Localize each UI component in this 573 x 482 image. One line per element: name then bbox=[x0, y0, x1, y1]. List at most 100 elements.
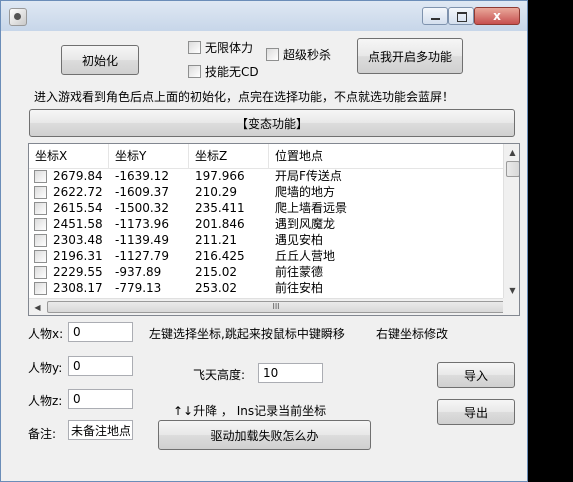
cell-y: -1500.32 bbox=[115, 201, 169, 215]
minimize-icon bbox=[431, 18, 440, 20]
minimize-button[interactable] bbox=[422, 7, 448, 25]
header-place[interactable]: 位置地点 bbox=[269, 144, 503, 168]
scroll-left-icon[interactable]: ◀ bbox=[29, 299, 46, 315]
background-area bbox=[528, 30, 548, 482]
cell-x-text: 2229.55 bbox=[53, 265, 103, 279]
freak-function-button[interactable]: 【变态功能】 bbox=[29, 109, 515, 137]
table-row[interactable]: 2622.72 -1609.37 210.29 爬墙的地方 bbox=[29, 184, 503, 200]
cell-y: -937.89 bbox=[115, 265, 162, 279]
right-click-hint: 右键坐标修改 bbox=[376, 327, 449, 341]
checkbox-box[interactable] bbox=[188, 40, 201, 54]
init-button[interactable]: 初始化 bbox=[61, 45, 139, 75]
table-row[interactable]: 2679.84 -1639.12 197.966 开局F传送点 bbox=[29, 168, 503, 184]
checkbox-label: 超级秒杀 bbox=[283, 47, 332, 62]
row-checkbox[interactable] bbox=[34, 217, 47, 231]
scroll-down-icon[interactable]: ▼ bbox=[504, 282, 519, 299]
note-label: 备注: bbox=[28, 427, 57, 441]
skill-no-cd-checkbox[interactable]: 技能无CD bbox=[188, 63, 259, 79]
cell-place: 遇见安柏 bbox=[275, 233, 324, 247]
left-click-hint: 左键选择坐标,跳起来按鼠标中键瞬移 bbox=[149, 327, 345, 341]
cell-y: -1127.79 bbox=[115, 249, 169, 263]
cell-z: 201.846 bbox=[195, 217, 245, 231]
vertical-scrollbar[interactable]: ▲ ▼ bbox=[503, 144, 519, 299]
cell-z: 215.02 bbox=[195, 265, 237, 279]
x-input[interactable] bbox=[68, 322, 133, 342]
row-checkbox[interactable] bbox=[34, 201, 47, 215]
checkbox-label: 技能无CD bbox=[205, 64, 259, 79]
cell-x: 2451.58 bbox=[29, 216, 109, 232]
y-label: 人物y: bbox=[28, 361, 63, 375]
cell-y: -1139.49 bbox=[115, 233, 169, 247]
scroll-corner bbox=[503, 298, 519, 315]
cell-y: -1639.12 bbox=[115, 169, 169, 183]
close-icon: x bbox=[493, 9, 501, 23]
export-button[interactable]: 导出 bbox=[437, 399, 515, 425]
note-input[interactable] bbox=[68, 420, 133, 440]
cell-y: -1609.37 bbox=[115, 185, 169, 199]
cell-z: 235.411 bbox=[195, 201, 245, 215]
coordinate-list[interactable]: 坐标X 坐标Y 坐标Z 位置地点 2679.84 -1639.12 197.966 开… bbox=[28, 143, 520, 316]
maximize-icon bbox=[457, 12, 467, 22]
z-input[interactable] bbox=[68, 389, 133, 409]
close-button[interactable]: x bbox=[474, 7, 520, 25]
cell-x-text: 2615.54 bbox=[53, 201, 103, 215]
cell-z: 211.21 bbox=[195, 233, 237, 247]
cell-y: -1173.96 bbox=[115, 217, 169, 231]
title-bar: x bbox=[1, 1, 527, 31]
import-button[interactable]: 导入 bbox=[437, 362, 515, 388]
cell-x: 2229.55 bbox=[29, 264, 109, 280]
cell-place: 前往蒙德 bbox=[275, 265, 324, 279]
cell-x-text: 2622.72 bbox=[53, 185, 103, 199]
driver-fail-button[interactable]: 驱动加载失败怎么办 bbox=[158, 420, 371, 450]
row-checkbox[interactable] bbox=[34, 265, 47, 279]
checkbox-box[interactable] bbox=[188, 64, 201, 78]
checkbox-box[interactable] bbox=[266, 47, 279, 61]
multi-function-button[interactable]: 点我开启多功能 bbox=[357, 38, 463, 74]
cell-x: 2679.84 bbox=[29, 168, 109, 184]
cell-x-text: 2451.58 bbox=[53, 217, 103, 231]
maximize-button[interactable] bbox=[448, 7, 474, 25]
table-row[interactable]: 2229.55 -937.89 215.02 前往蒙德 bbox=[29, 264, 503, 280]
fly-height-input[interactable] bbox=[258, 363, 323, 383]
cell-y: -779.13 bbox=[115, 281, 162, 295]
table-row[interactable]: 2308.17 -779.13 253.02 前往安柏 bbox=[29, 280, 503, 296]
cell-x-text: 2308.17 bbox=[53, 281, 103, 295]
row-checkbox[interactable] bbox=[34, 185, 47, 199]
table-row[interactable]: 2451.58 -1173.96 201.846 遇到风魔龙 bbox=[29, 216, 503, 232]
row-checkbox[interactable] bbox=[34, 281, 47, 295]
cell-x-text: 2196.31 bbox=[53, 249, 103, 263]
table-row[interactable]: 2196.31 -1127.79 216.425 丘丘人营地 bbox=[29, 248, 503, 264]
cell-x: 2308.17 bbox=[29, 280, 109, 296]
y-input[interactable] bbox=[68, 356, 133, 376]
cell-place: 爬上墙看远景 bbox=[275, 201, 348, 215]
cell-x-text: 2303.48 bbox=[53, 233, 103, 247]
table-row[interactable]: 2303.48 -1139.49 211.21 遇见安柏 bbox=[29, 232, 503, 248]
table-row[interactable]: 2615.54 -1500.32 235.411 爬上墙看远景 bbox=[29, 200, 503, 216]
row-checkbox[interactable] bbox=[34, 249, 47, 263]
header-z[interactable]: 坐标Z bbox=[189, 144, 269, 168]
z-label: 人物z: bbox=[28, 394, 63, 408]
super-kill-checkbox[interactable]: 超级秒杀 bbox=[266, 46, 331, 62]
header-x[interactable]: 坐标X bbox=[29, 144, 109, 168]
row-checkbox[interactable] bbox=[34, 233, 47, 247]
cell-z: 197.966 bbox=[195, 169, 245, 183]
cell-x-text: 2679.84 bbox=[53, 169, 103, 183]
cell-z: 253.02 bbox=[195, 281, 237, 295]
checkbox-label: 无限体力 bbox=[205, 40, 254, 55]
cell-place: 丘丘人营地 bbox=[275, 249, 336, 263]
scroll-thumb[interactable] bbox=[506, 161, 519, 177]
scroll-thumb-h[interactable]: III bbox=[47, 301, 505, 313]
updown-hint: ↑↓升降 ， Ins记录当前坐标 bbox=[173, 404, 327, 418]
cell-place: 爬墙的地方 bbox=[275, 185, 336, 199]
horizontal-scrollbar[interactable]: ◀ III bbox=[29, 298, 505, 315]
cell-place: 开局F传送点 bbox=[275, 169, 342, 183]
unlimited-stamina-checkbox[interactable]: 无限体力 bbox=[188, 39, 253, 55]
instruction-text: 进入游戏看到角色后点上面的初始化，点完在选择功能，不点就选功能会蓝屏！ bbox=[34, 90, 455, 104]
list-header: 坐标X 坐标Y 坐标Z 位置地点 bbox=[29, 144, 503, 169]
cell-z: 210.29 bbox=[195, 185, 237, 199]
row-checkbox[interactable] bbox=[34, 169, 47, 183]
cell-z: 216.425 bbox=[195, 249, 245, 263]
app-icon bbox=[9, 8, 27, 26]
header-y[interactable]: 坐标Y bbox=[109, 144, 189, 168]
scroll-up-icon[interactable]: ▲ bbox=[504, 144, 519, 161]
